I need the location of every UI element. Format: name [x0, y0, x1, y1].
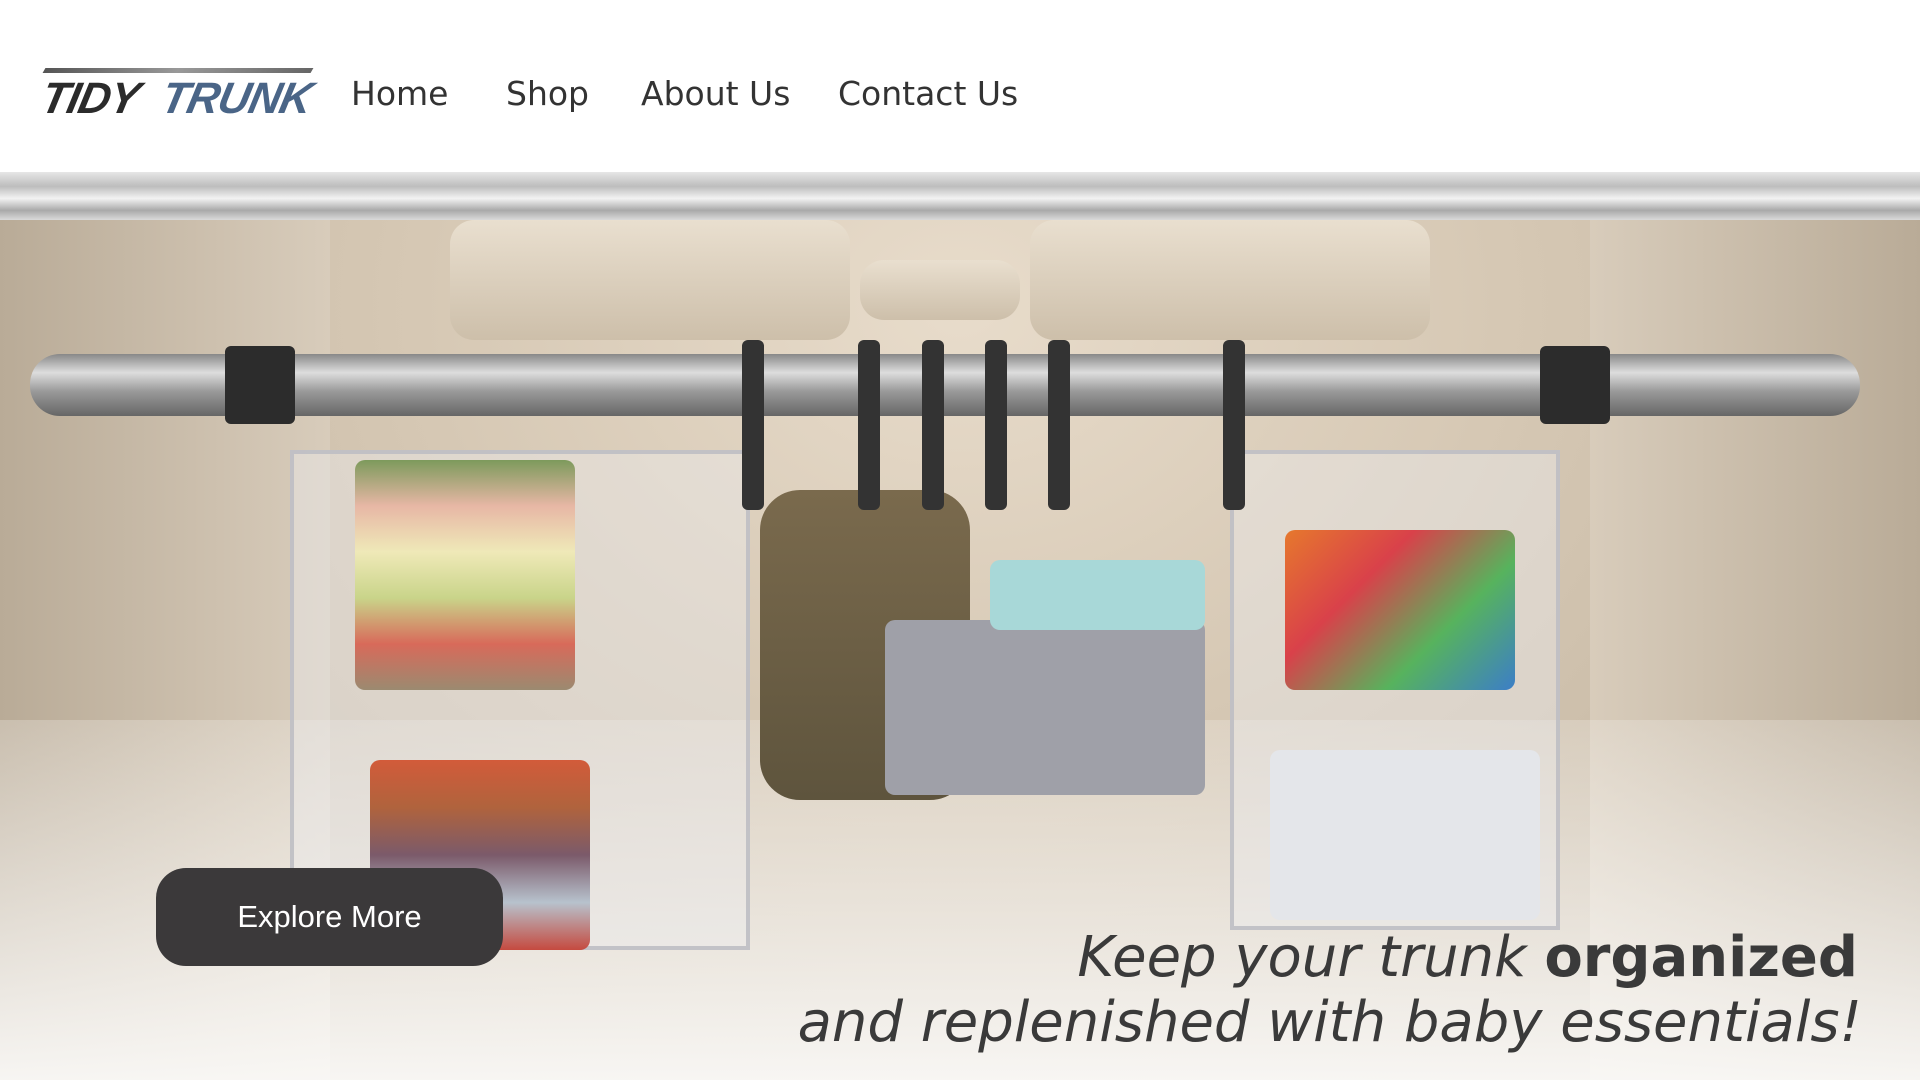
rear-seat-left: [450, 220, 850, 340]
tagline-line-2: and replenished with baby essentials!: [797, 990, 1862, 1055]
folded-clothes: [355, 460, 575, 690]
tagline-bold: organized: [1544, 925, 1858, 990]
tidytrunk-logo[interactable]: TIDY TRUNK: [37, 68, 316, 123]
nav-about-us[interactable]: About Us: [641, 74, 790, 113]
nav-shop[interactable]: Shop: [506, 74, 589, 113]
diaper-caddy: [885, 620, 1205, 795]
armrest: [860, 260, 1020, 320]
tagline-line-1: Keep your trunk organized: [1077, 925, 1858, 990]
nav-home[interactable]: Home: [351, 74, 448, 113]
toy-blocks: [1285, 530, 1515, 690]
bar-clamp-right: [1540, 346, 1610, 424]
hook: [922, 340, 944, 510]
tagline-text: Keep your trunk: [1077, 925, 1545, 990]
bar-clamp-left: [225, 346, 295, 424]
rear-seat-right: [1030, 220, 1430, 340]
site-header: TIDY TRUNK Home Shop About Us Contact Us: [0, 0, 1920, 172]
logo-text-tidy: TIDY: [36, 74, 144, 123]
nav-contact-us[interactable]: Contact Us: [838, 74, 1018, 113]
hook: [985, 340, 1007, 510]
hook: [742, 340, 764, 510]
diapers: [990, 560, 1205, 630]
hook: [1223, 340, 1245, 510]
metal-rail-divider: [0, 172, 1920, 220]
explore-more-button[interactable]: Explore More: [156, 868, 503, 966]
hook: [858, 340, 880, 510]
diaper-pack: [1270, 750, 1540, 920]
hook: [1048, 340, 1070, 510]
logo-bar: [42, 68, 314, 73]
logo-text-trunk: TRUNK: [156, 74, 317, 123]
